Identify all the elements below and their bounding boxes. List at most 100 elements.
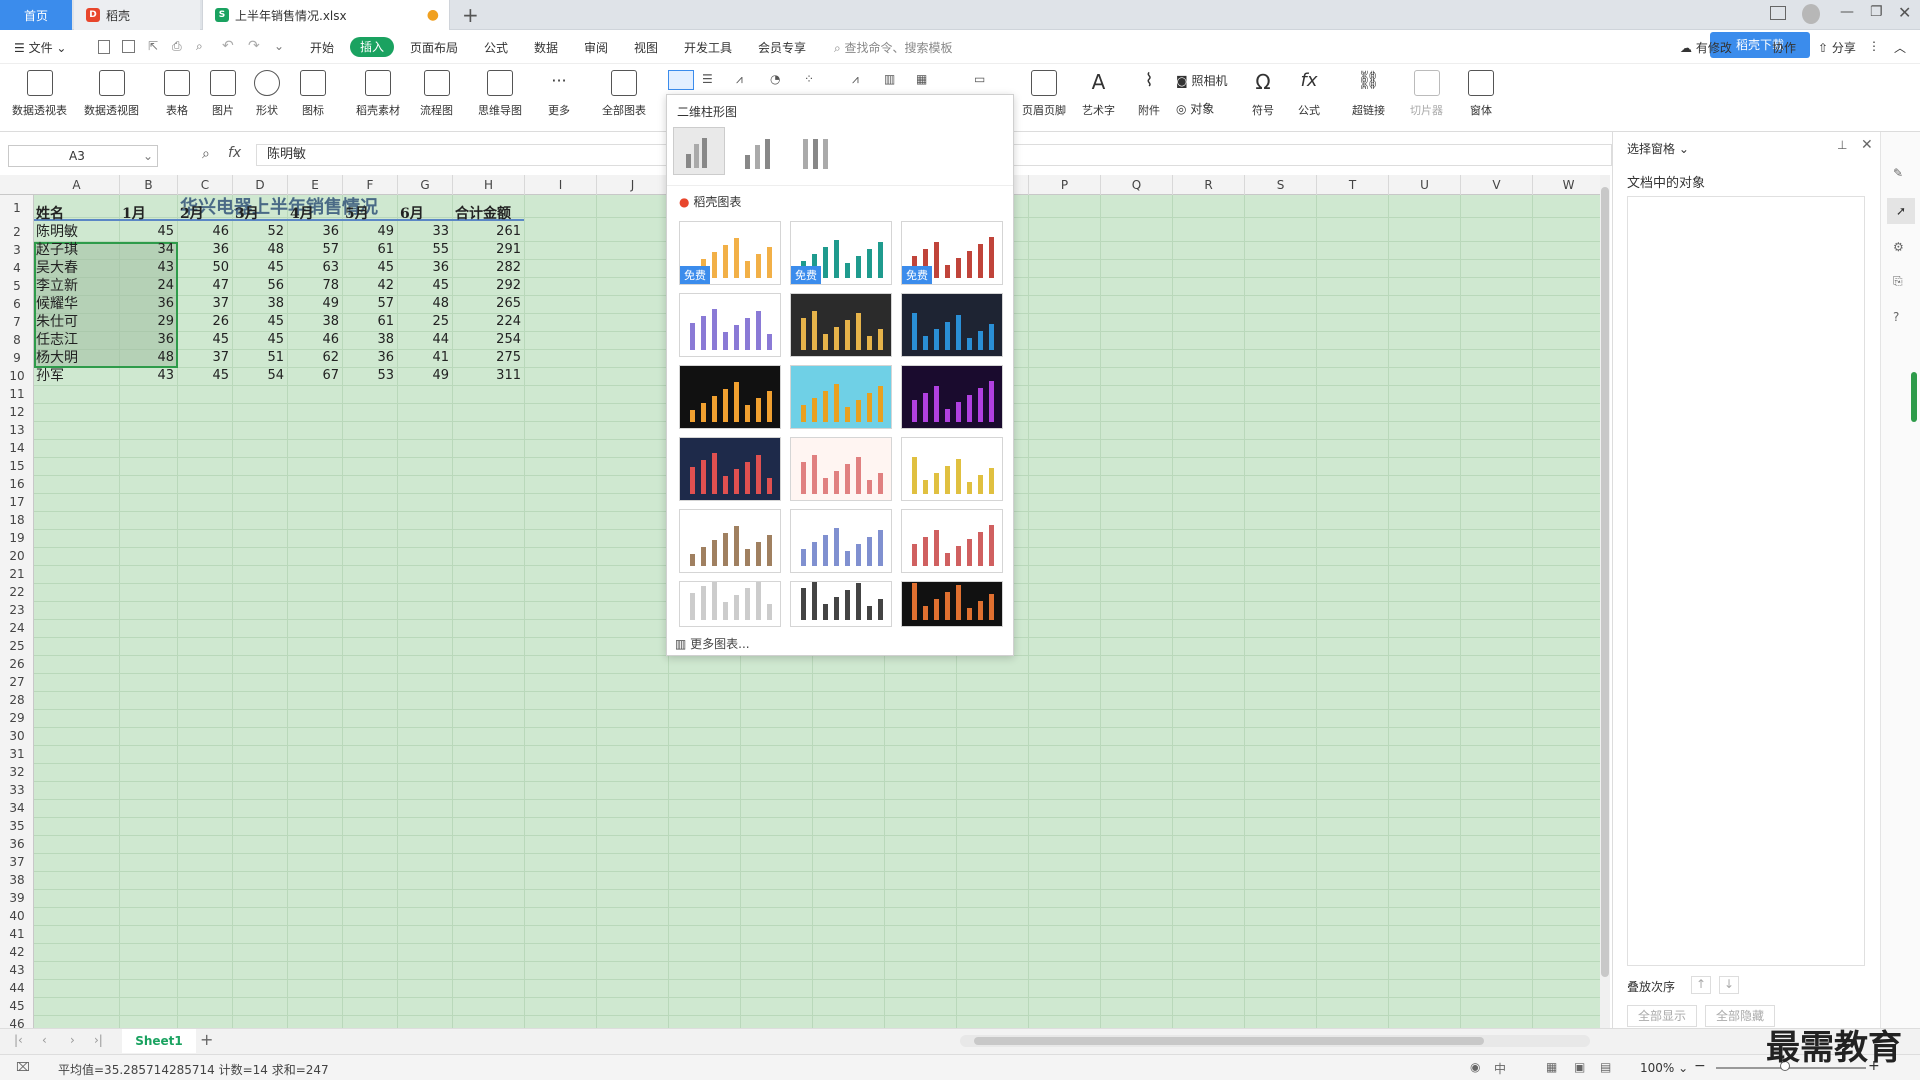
number-cell[interactable]: 54 <box>235 367 288 385</box>
number-cell[interactable]: 33 <box>400 223 453 241</box>
number-cell[interactable]: 291 <box>455 241 525 259</box>
print-preview-icon[interactable]: ⌕ <box>196 39 203 54</box>
row-header[interactable]: 23 <box>0 601 34 619</box>
scroll-thumb[interactable] <box>1601 187 1609 977</box>
hide-all-button[interactable]: 全部隐藏 <box>1705 1005 1775 1027</box>
symbol-button[interactable]: Ω 符号 <box>1250 70 1276 118</box>
column-header[interactable]: P <box>1029 175 1101 195</box>
text-cell[interactable]: 候耀华 <box>36 295 120 313</box>
number-cell[interactable]: 57 <box>290 241 343 259</box>
number-cell[interactable]: 275 <box>455 349 525 367</box>
more-button[interactable]: ··· 更多 <box>546 70 572 118</box>
stacked-column-option[interactable] <box>731 127 783 175</box>
undo-icon[interactable]: ↶ <box>222 38 234 54</box>
column-header[interactable]: D <box>233 175 288 195</box>
row-header[interactable]: 5 <box>0 277 34 295</box>
number-cell[interactable]: 224 <box>455 313 525 331</box>
new-tab-icon[interactable]: + <box>462 3 479 27</box>
number-cell[interactable]: 24 <box>122 277 178 295</box>
column-header[interactable]: E <box>288 175 343 195</box>
h-scroll-thumb[interactable] <box>974 1037 1484 1045</box>
text-cell[interactable]: 任志江 <box>36 331 120 349</box>
chart-template-thumb[interactable]: 免费 <box>679 221 781 285</box>
text-cell[interactable]: 姓名 <box>36 205 120 223</box>
column-chart-icon[interactable] <box>668 70 694 90</box>
text-cell[interactable]: 合计金额 <box>455 205 525 223</box>
number-cell[interactable]: 49 <box>345 223 398 241</box>
number-cell[interactable]: 36 <box>180 241 233 259</box>
row-header[interactable]: 22 <box>0 583 34 601</box>
chart-template-thumb[interactable] <box>790 365 892 429</box>
number-cell[interactable]: 38 <box>345 331 398 349</box>
number-cell[interactable]: 41 <box>400 349 453 367</box>
chart-template-thumb[interactable] <box>679 293 781 357</box>
input-method-icon[interactable]: 中 <box>1494 1060 1506 1077</box>
column-header[interactable]: C <box>178 175 233 195</box>
number-cell[interactable]: 36 <box>345 349 398 367</box>
column-header[interactable]: F <box>343 175 398 195</box>
bar-chart-icon[interactable]: ☰ <box>702 72 713 86</box>
show-all-button[interactable]: 全部显示 <box>1627 1005 1697 1027</box>
number-cell[interactable]: 261 <box>455 223 525 241</box>
page-layout-view-icon[interactable]: ▣ <box>1574 1060 1585 1074</box>
row-header[interactable]: 26 <box>0 655 34 673</box>
clustered-column-option[interactable] <box>673 127 725 175</box>
number-cell[interactable]: 46 <box>290 331 343 349</box>
row-header[interactable]: 37 <box>0 853 34 871</box>
backup-icon[interactable]: ⎘ <box>1893 274 1903 289</box>
number-cell[interactable]: 36 <box>122 331 178 349</box>
number-cell[interactable]: 43 <box>122 259 178 277</box>
row-header[interactable]: 7 <box>0 313 34 331</box>
number-cell[interactable]: 42 <box>345 277 398 295</box>
number-cell[interactable]: 52 <box>235 223 288 241</box>
all-charts-button[interactable]: 全部图表 <box>602 70 646 118</box>
column-header[interactable]: S <box>1245 175 1317 195</box>
chart-template-thumb[interactable]: 免费 <box>901 221 1003 285</box>
tab-file[interactable]: S 上半年销售情况.xlsx ● <box>202 0 450 30</box>
selection-pane-title[interactable]: 选择窗格 ⌄ <box>1627 140 1689 157</box>
row-header[interactable]: 19 <box>0 529 34 547</box>
column-header[interactable]: T <box>1317 175 1389 195</box>
fx-icon[interactable]: fx <box>228 145 241 161</box>
hyperlink-button[interactable]: ⛓ 超链接 <box>1352 70 1385 118</box>
number-cell[interactable]: 45 <box>345 259 398 277</box>
row-header[interactable]: 21 <box>0 565 34 583</box>
chart-template-thumb[interactable] <box>901 293 1003 357</box>
number-cell[interactable]: 45 <box>122 223 178 241</box>
row-header[interactable]: 3 <box>0 241 34 259</box>
horizontal-scrollbar[interactable] <box>960 1035 1590 1047</box>
row-header[interactable]: 6 <box>0 295 34 313</box>
last-sheet-icon[interactable]: ›| <box>94 1033 103 1047</box>
number-cell[interactable]: 45 <box>400 277 453 295</box>
select-pointer-icon[interactable]: ➚ <box>1887 198 1915 224</box>
number-cell[interactable]: 45 <box>180 367 233 385</box>
menu-start[interactable]: 开始 <box>310 39 334 56</box>
row-header[interactable]: 44 <box>0 979 34 997</box>
row-header[interactable]: 43 <box>0 961 34 979</box>
row-header[interactable]: 4 <box>0 259 34 277</box>
row-header[interactable]: 45 <box>0 997 34 1015</box>
number-cell[interactable]: 51 <box>235 349 288 367</box>
number-cell[interactable]: 57 <box>345 295 398 313</box>
text-cell[interactable]: 6月 <box>400 205 453 223</box>
row-header[interactable]: 38 <box>0 871 34 889</box>
menu-dev-tools[interactable]: 开发工具 <box>684 39 732 56</box>
menu-insert[interactable]: 插入 <box>350 37 394 57</box>
row-header[interactable]: 14 <box>0 439 34 457</box>
shape-button[interactable]: 形状 <box>254 70 280 118</box>
row-header[interactable]: 16 <box>0 475 34 493</box>
number-cell[interactable]: 38 <box>290 313 343 331</box>
text-cell[interactable]: 赵子琪 <box>36 241 120 259</box>
normal-view-icon[interactable]: ▦ <box>1546 1060 1557 1074</box>
chart-template-thumb[interactable] <box>790 437 892 501</box>
number-cell[interactable]: 48 <box>400 295 453 313</box>
text-cell[interactable]: 李立新 <box>36 277 120 295</box>
number-cell[interactable]: 53 <box>345 367 398 385</box>
picture-button[interactable]: 图片 <box>210 70 236 118</box>
number-cell[interactable]: 48 <box>122 349 178 367</box>
add-sheet-icon[interactable]: + <box>200 1030 213 1049</box>
camera-button[interactable]: ◙ 照相机 <box>1176 72 1227 89</box>
zoom-out-icon[interactable]: − <box>1694 1058 1706 1074</box>
row-header[interactable]: 30 <box>0 727 34 745</box>
number-cell[interactable]: 63 <box>290 259 343 277</box>
